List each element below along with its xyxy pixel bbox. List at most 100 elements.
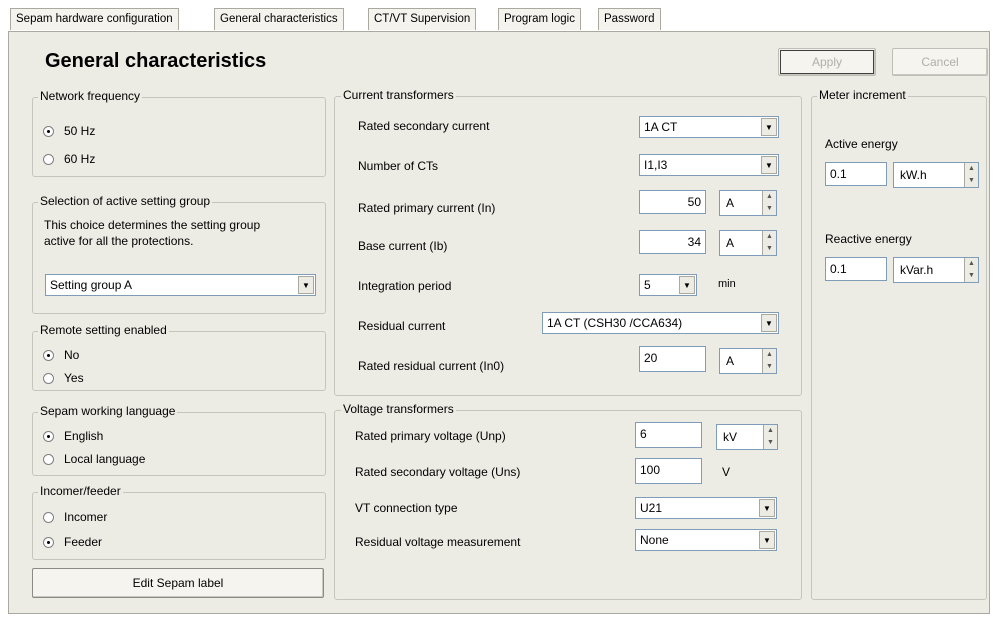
- residual-current-select[interactable]: 1A CT (CSH30 /CCA634) ▼: [542, 312, 779, 334]
- setting-group-select[interactable]: Setting group A ▼: [45, 274, 316, 296]
- arrow-down-icon[interactable]: ▼: [763, 243, 776, 255]
- rated-residual-current-input[interactable]: 20: [639, 346, 706, 372]
- setting-group-value: Setting group A: [50, 278, 133, 292]
- chevron-down-icon[interactable]: ▼: [761, 314, 777, 332]
- page-title: General characteristics: [45, 50, 267, 72]
- chevron-down-icon[interactable]: ▼: [679, 276, 695, 294]
- chevron-down-icon[interactable]: ▼: [761, 156, 777, 174]
- arrow-up-icon[interactable]: ▲: [763, 349, 776, 361]
- number-of-cts-label: Number of CTs: [358, 159, 439, 173]
- reactive-energy-label: Reactive energy: [825, 232, 912, 246]
- arrow-down-icon[interactable]: ▼: [965, 270, 978, 282]
- radio-incomer[interactable]: [43, 512, 54, 523]
- tab-ct-vt-supervision[interactable]: CT/VT Supervision: [368, 8, 477, 30]
- integration-period-value: 5: [644, 278, 651, 292]
- radio-50hz[interactable]: [43, 126, 54, 137]
- rated-residual-current-unit: A: [726, 354, 735, 368]
- reactive-energy-unit-stepper[interactable]: kVar.h ▲ ▼: [893, 257, 979, 283]
- incomer-feeder-group: [32, 492, 326, 560]
- radio-local-language[interactable]: [43, 454, 54, 465]
- tab-general-characteristics[interactable]: General characteristics: [214, 8, 344, 30]
- rated-secondary-current-label: Rated secondary current: [358, 119, 490, 133]
- chevron-down-icon[interactable]: ▼: [759, 531, 775, 549]
- radio-60hz-label[interactable]: 60 Hz: [64, 152, 95, 166]
- rated-primary-current-label: Rated primary current (In): [358, 201, 496, 215]
- residual-current-label: Residual current: [358, 319, 446, 333]
- radio-remote-no-label[interactable]: No: [64, 348, 79, 362]
- radio-60hz[interactable]: [43, 154, 54, 165]
- rated-secondary-voltage-unit: V: [722, 465, 731, 479]
- arrow-up-icon[interactable]: ▲: [965, 258, 978, 270]
- setting-group-description-2: active for all the protections.: [44, 234, 194, 248]
- number-of-cts-select[interactable]: I1,I3 ▼: [639, 154, 779, 176]
- active-energy-unit: kW.h: [900, 168, 927, 182]
- radio-local-language-label[interactable]: Local language: [64, 452, 145, 466]
- arrow-down-icon[interactable]: ▼: [965, 175, 978, 187]
- base-current-unit-stepper[interactable]: A ▲ ▼: [719, 230, 777, 256]
- voltage-transformers-title: Voltage transformers: [341, 402, 456, 416]
- rated-primary-voltage-label: Rated primary voltage (Unp): [355, 429, 506, 443]
- rated-secondary-voltage-input[interactable]: 100: [635, 458, 702, 484]
- chevron-down-icon[interactable]: ▼: [761, 118, 777, 136]
- radio-english[interactable]: [43, 431, 54, 442]
- base-current-unit: A: [726, 236, 735, 250]
- active-energy-input[interactable]: 0.1: [825, 162, 887, 186]
- rated-residual-current-unit-stepper[interactable]: A ▲ ▼: [719, 348, 777, 374]
- rated-primary-current-input[interactable]: 50: [639, 190, 706, 214]
- number-of-cts-value: I1,I3: [644, 158, 668, 172]
- tab-sepam-hardware-configuration[interactable]: Sepam hardware configuration: [10, 8, 179, 30]
- residual-current-value: 1A CT (CSH30 /CCA634): [547, 316, 683, 330]
- rated-secondary-voltage-label: Rated secondary voltage (Uns): [355, 465, 521, 479]
- rated-primary-voltage-input[interactable]: 6: [635, 422, 702, 448]
- radio-incomer-label[interactable]: Incomer: [64, 510, 107, 524]
- base-current-label: Base current (Ib): [358, 239, 448, 253]
- tab-password[interactable]: Password: [598, 8, 661, 30]
- chevron-down-icon[interactable]: ▼: [759, 499, 775, 517]
- edit-sepam-label-button[interactable]: Edit Sepam label: [32, 568, 324, 598]
- rated-secondary-current-value: 1A CT: [644, 120, 678, 134]
- radio-feeder[interactable]: [43, 537, 54, 548]
- radio-remote-no[interactable]: [43, 350, 54, 361]
- radio-english-label[interactable]: English: [64, 429, 103, 443]
- arrow-down-icon[interactable]: ▼: [763, 203, 776, 215]
- integration-period-label: Integration period: [358, 279, 452, 293]
- base-current-input[interactable]: 34: [639, 230, 706, 254]
- residual-voltage-measurement-value: None: [640, 533, 669, 547]
- residual-voltage-measurement-select[interactable]: None ▼: [635, 529, 777, 551]
- incomer-feeder-title: Incomer/feeder: [38, 484, 123, 498]
- rated-primary-voltage-unit-stepper[interactable]: kV ▲ ▼: [716, 424, 778, 450]
- active-energy-label: Active energy: [825, 137, 898, 151]
- vt-connection-type-value: U21: [640, 501, 663, 515]
- remote-setting-title: Remote setting enabled: [38, 323, 169, 337]
- integration-period-unit: min: [718, 278, 736, 290]
- arrow-down-icon[interactable]: ▼: [763, 361, 776, 373]
- reactive-energy-input[interactable]: 0.1: [825, 257, 887, 281]
- radio-remote-yes-label[interactable]: Yes: [64, 371, 84, 385]
- reactive-energy-unit: kVar.h: [900, 263, 934, 277]
- vt-connection-type-select[interactable]: U21 ▼: [635, 497, 777, 519]
- rated-residual-current-label: Rated residual current (In0): [358, 359, 505, 373]
- radio-feeder-label[interactable]: Feeder: [64, 535, 102, 549]
- radio-50hz-label[interactable]: 50 Hz: [64, 124, 95, 138]
- vt-connection-type-label: VT connection type: [355, 501, 458, 515]
- tab-program-logic[interactable]: Program logic: [498, 8, 581, 30]
- setting-group-title: Selection of active setting group: [38, 194, 213, 208]
- radio-remote-yes[interactable]: [43, 373, 54, 384]
- arrow-up-icon[interactable]: ▲: [763, 191, 776, 203]
- arrow-down-icon[interactable]: ▼: [764, 437, 777, 449]
- cancel-button[interactable]: Cancel: [892, 48, 988, 76]
- apply-button[interactable]: Apply: [778, 48, 876, 76]
- arrow-up-icon[interactable]: ▲: [763, 231, 776, 243]
- arrow-up-icon[interactable]: ▲: [764, 425, 777, 437]
- setting-group-description-1: This choice determines the setting group: [44, 218, 261, 232]
- rated-secondary-current-select[interactable]: 1A CT ▼: [639, 116, 779, 138]
- rated-primary-current-unit: A: [726, 196, 735, 210]
- integration-period-select[interactable]: 5 ▼: [639, 274, 697, 296]
- chevron-down-icon[interactable]: ▼: [298, 276, 314, 294]
- language-group: [32, 412, 326, 476]
- arrow-up-icon[interactable]: ▲: [965, 163, 978, 175]
- rated-primary-voltage-unit: kV: [723, 430, 738, 444]
- language-title: Sepam working language: [38, 404, 178, 418]
- active-energy-unit-stepper[interactable]: kW.h ▲ ▼: [893, 162, 979, 188]
- rated-primary-current-unit-stepper[interactable]: A ▲ ▼: [719, 190, 777, 216]
